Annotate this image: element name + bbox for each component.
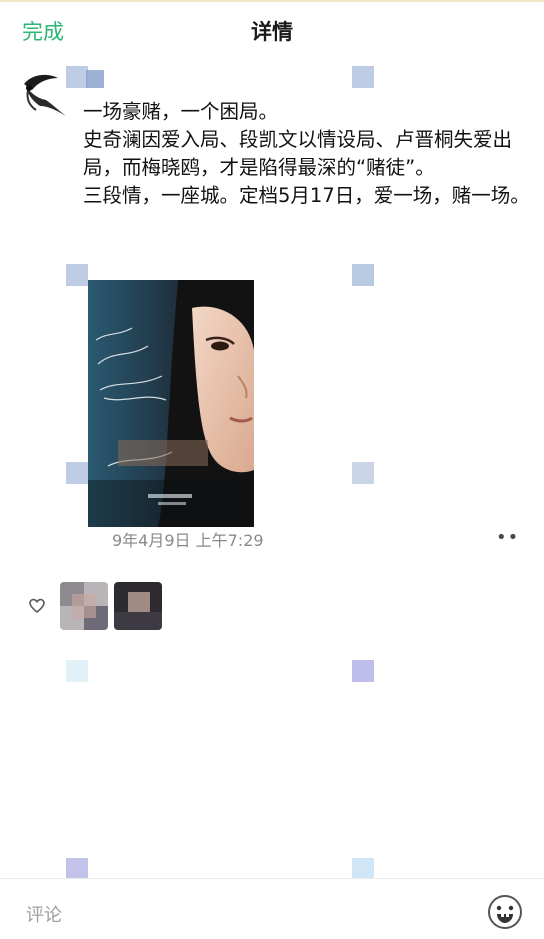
liker-avatar-1[interactable] — [60, 582, 108, 630]
nav-bar: 完成 详情 — [0, 2, 544, 54]
comment-bar: 评论 — [0, 878, 544, 939]
liker-avatars — [60, 582, 162, 630]
liker-avatar-2[interactable] — [114, 582, 162, 630]
post-timestamp: 9年4月9日 上午7:29 — [112, 531, 264, 550]
username-redacted[interactable] — [86, 70, 104, 88]
comment-input[interactable]: 评论 — [26, 901, 62, 927]
watermark-block — [66, 66, 88, 88]
page-title: 详情 — [251, 20, 293, 44]
watermark-block — [352, 660, 374, 682]
watermark-block — [352, 462, 374, 484]
ink-bird-avatar-image — [20, 70, 68, 118]
watermark-block — [66, 462, 88, 484]
watermark-block — [66, 858, 88, 880]
more-options-button[interactable]: •• — [496, 527, 519, 548]
avatar[interactable] — [20, 70, 68, 118]
watermark-block — [352, 66, 374, 88]
watermark-block — [352, 858, 374, 880]
watermark-block — [352, 264, 374, 286]
emoji-face-icon[interactable] — [486, 893, 524, 931]
heart-outline-icon[interactable] — [28, 597, 46, 615]
watermark-block — [66, 264, 88, 286]
post-image[interactable] — [88, 280, 254, 527]
movie-poster-image — [88, 280, 254, 527]
post-text: 一场豪赌，一个困局。 史奇澜因爱入局、段凯文以情设局、卢晋桐失爱出局，而梅晓鸥，… — [83, 100, 530, 207]
watermark-block — [66, 660, 88, 682]
